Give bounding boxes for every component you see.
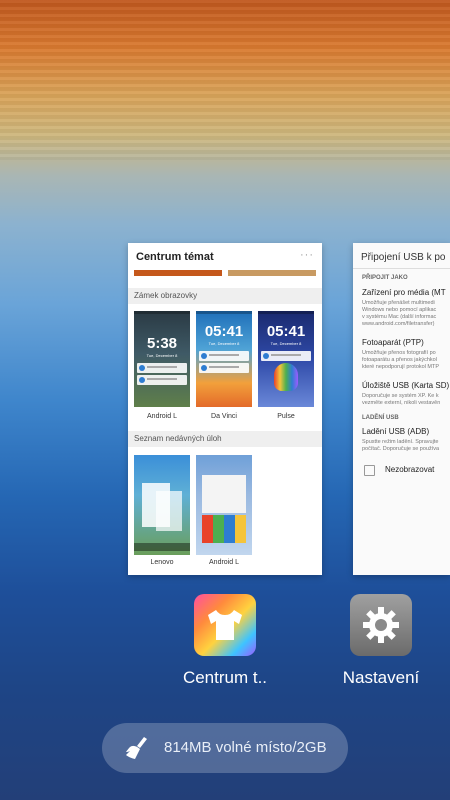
theme-label: Android L xyxy=(147,413,177,420)
notification-card xyxy=(199,351,249,361)
option-desc: www.android.com/filetransfer) xyxy=(362,321,435,327)
option-desc: Windows nebo pomocí aplikac xyxy=(362,307,437,313)
theme-thumbnail-android-l[interactable]: 5:38 Tue, December 8 xyxy=(134,311,190,407)
option-desc: Spustte režim ladění. Spravujte xyxy=(362,439,439,445)
theme-label: Pulse xyxy=(277,413,295,420)
option-desc: které nepodporují protokol MTP xyxy=(362,364,440,370)
theme-center-app-icon[interactable] xyxy=(194,594,256,656)
option-desc: Umožňuje přenášet multimedi xyxy=(362,300,435,306)
recent-task-card-usb-settings[interactable]: Připojení USB k po PŘIPOJIT JAKO Zařízen… xyxy=(353,243,450,575)
option-desc: v systému Mac (další informac xyxy=(362,314,437,320)
option-desc: vezměte externí, nikoli vestavěn xyxy=(362,400,441,406)
settings-app-icon[interactable] xyxy=(350,594,412,656)
usb-option-mtp[interactable]: Zařízení pro média (MT xyxy=(362,288,446,297)
notification-card xyxy=(261,351,311,361)
app-label-theme-center: Centrum t.. xyxy=(182,668,268,687)
section-header-lock-screen: Zámek obrazovky xyxy=(128,288,322,304)
status-bar xyxy=(258,311,314,314)
lock-date: Tue, December 8 xyxy=(270,341,302,346)
memory-clean-button[interactable]: 814MB volné místo/2GB xyxy=(102,723,348,773)
dont-show-checkbox[interactable] xyxy=(364,465,375,476)
option-desc: počítač. Doporučuje se používa xyxy=(362,446,440,452)
notification-card xyxy=(137,363,187,373)
notification-card xyxy=(137,375,187,385)
lock-date: Tue, December 8 xyxy=(146,353,178,358)
lock-date: Tue, December 8 xyxy=(208,341,240,346)
gear-icon xyxy=(363,607,399,643)
recent-thumbnail-android-l[interactable] xyxy=(196,455,252,555)
checkbox-label: Nezobrazovat xyxy=(385,465,435,474)
section-header-usb-debug: LADĚNÍ USB xyxy=(362,415,399,421)
tshirt-icon xyxy=(208,610,242,640)
more-dots-icon: ··· xyxy=(300,249,314,261)
card-title: Centrum témat xyxy=(136,251,214,263)
broom-icon xyxy=(126,737,147,759)
lock-time: 05:41 xyxy=(266,323,306,340)
lock-time: 5:38 xyxy=(146,335,178,352)
recent-theme-label: Android L xyxy=(209,559,239,566)
wallpaper-texture xyxy=(0,0,450,160)
section-header-connect-as: PŘIPOJIT JAKO xyxy=(362,275,408,281)
recent-theme-label: Lenovo xyxy=(150,559,174,566)
option-desc: Doporučuje se systém XP. Ke k xyxy=(362,393,439,399)
recent-thumbnail-lenovo[interactable] xyxy=(134,455,190,555)
card-title: Připojení USB k po xyxy=(361,252,446,263)
option-desc: fotoaparátu a přenos jakýchkol xyxy=(362,357,437,363)
mini-app-grid xyxy=(202,515,246,543)
status-bar xyxy=(134,311,190,314)
divider xyxy=(353,268,450,269)
section-header-recent-tasks: Seznam nedávných úloh xyxy=(128,431,322,447)
theme-thumbnail-da-vinci[interactable]: 05:41 Tue, December 8 xyxy=(196,311,252,407)
hot-air-balloon-image xyxy=(274,363,298,391)
usb-option-storage[interactable]: Úložiště USB (Karta SD) xyxy=(362,381,449,390)
mini-bar xyxy=(134,543,190,551)
recent-task-card-theme-center[interactable]: Centrum témat ··· Zámek obrazovky 5:38 T… xyxy=(128,243,322,575)
lock-time: 05:41 xyxy=(204,323,244,340)
status-bar xyxy=(196,311,252,314)
usb-option-adb[interactable]: Ladění USB (ADB) xyxy=(362,427,429,436)
mini-card xyxy=(202,475,246,513)
notification-card xyxy=(199,363,249,373)
option-desc: Umožňuje přenos fotografií po xyxy=(362,350,436,356)
app-label-settings: Nastavení xyxy=(342,668,420,687)
theme-thumbnail-pulse[interactable]: 05:41 Tue, December 8 xyxy=(258,311,314,407)
memory-status-text: 814MB volné místo/2GB xyxy=(164,739,327,756)
banner-thumb xyxy=(228,270,316,276)
theme-label: Da Vinci xyxy=(211,413,237,420)
banner-thumb xyxy=(134,270,222,276)
mini-card xyxy=(156,491,182,531)
usb-option-ptp[interactable]: Fotoaparát (PTP) xyxy=(362,338,424,347)
